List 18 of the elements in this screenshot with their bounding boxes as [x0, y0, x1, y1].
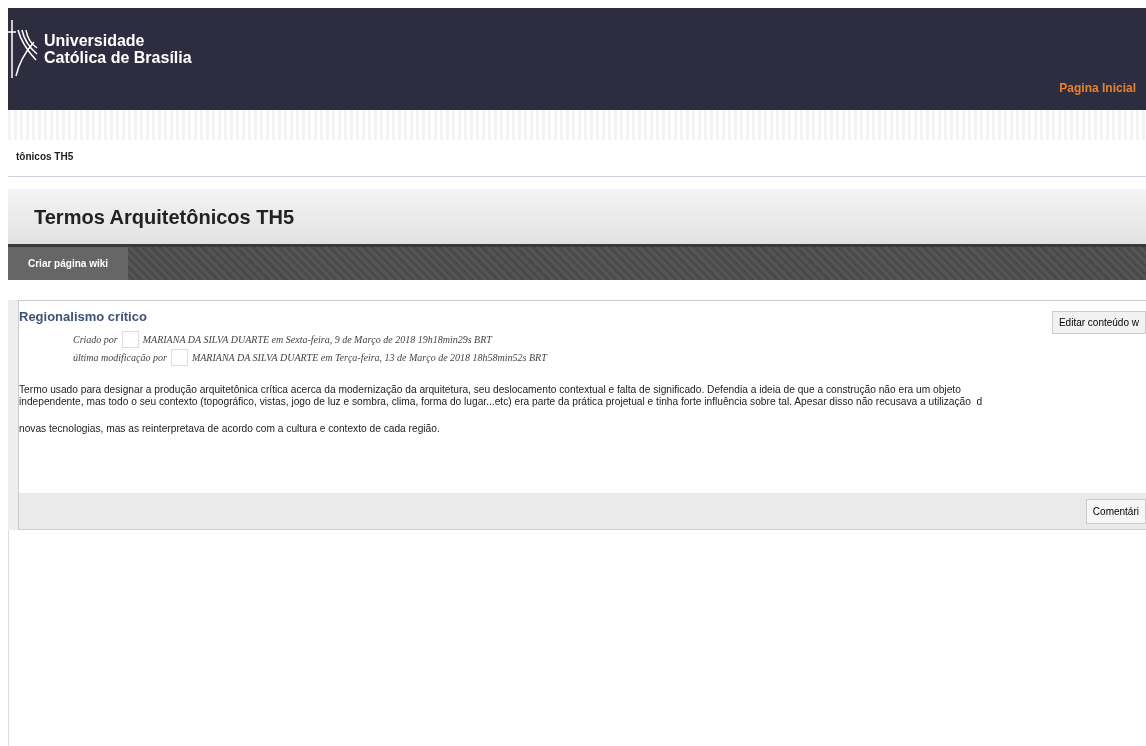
- home-link[interactable]: Pagina Inicial: [1059, 79, 1136, 97]
- meta-text: MARIANA DA SILVA DUARTE em Sexta-feira, 9 de Março de 2018 19h18min29s BRT: [142, 332, 492, 347]
- tab[interactable]: Criar página wiki: [8, 247, 129, 280]
- page-title: Termos Arquitetônicos TH5: [34, 205, 296, 229]
- avatar-placeholder: [170, 348, 188, 366]
- logo-text: Universidade Católica de Brasília: [44, 32, 192, 66]
- avatar-placeholder: [121, 330, 139, 348]
- wiki-page-title: Regionalismo crítico: [19, 308, 147, 326]
- meta-label: Criado por: [73, 332, 118, 347]
- meta-text: MARIANA DA SILVA DUARTE em Terça-feira, 13 de Março de 2018 18h58min52s BRT: [191, 350, 547, 365]
- body-text: Termo usado para designar a produção arquitetônica crítica acerca da modernização da arquitetura, seu deslocamento contextual e falta de significado. Defendia a ideia de que a construção não era um objeto: [19, 384, 962, 396]
- breadcrumb-link[interactable]: tônicos TH5: [16, 151, 74, 162]
- comments-button[interactable]: Comentári: [1085, 498, 1146, 524]
- body-text: novas tecnologias, mas as reinterpretava de acordo com a cultura e contexto de cada região.: [19, 423, 441, 435]
- meta-label: última modificação por: [73, 350, 167, 365]
- logo-icon: [8, 20, 38, 78]
- edit-button[interactable]: Editar conteúdo w: [1051, 311, 1146, 334]
- body-text: independente, mas todo o seu contexto (topográfico, vistas, jogo de luz e sombra, clima, forma do lugar...etc) era parte da prática projetual e tinha forte influência sobre tal. Apesar disso não recusava a utilização d: [19, 396, 984, 408]
